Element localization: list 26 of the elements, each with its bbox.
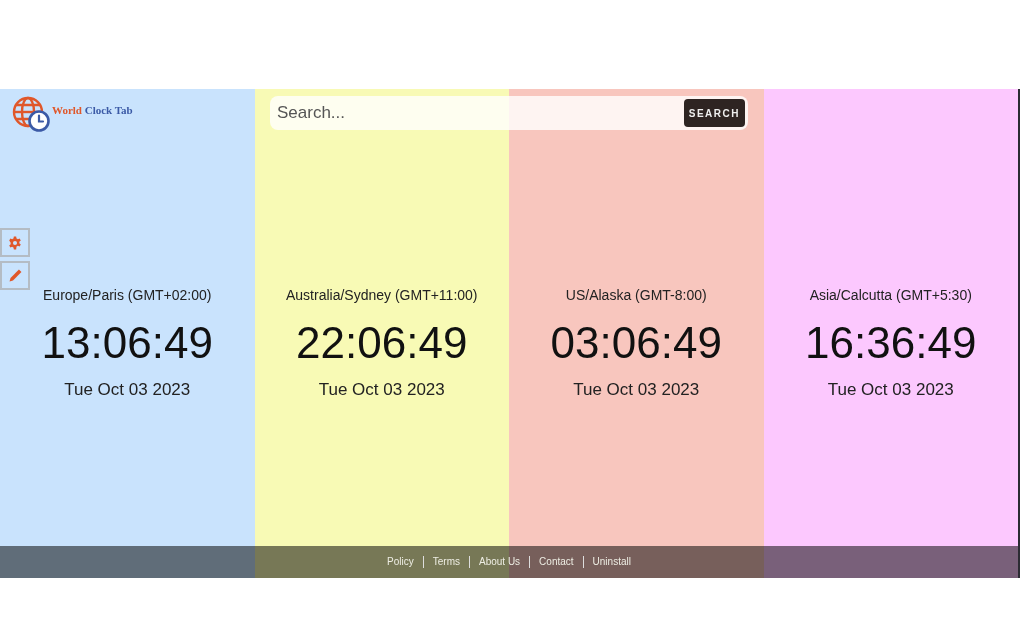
pencil-icon bbox=[7, 268, 23, 283]
clock-time: 13:06:49 bbox=[41, 318, 213, 368]
clock-date: Tue Oct 03 2023 bbox=[318, 380, 445, 400]
clock-time: 03:06:49 bbox=[550, 318, 722, 368]
timezone-label: Europe/Paris (GMT+02:00) bbox=[43, 287, 212, 303]
search-bar[interactable]: Search... SEARCH bbox=[270, 96, 748, 130]
search-input[interactable]: Search... bbox=[277, 100, 684, 126]
settings-button[interactable] bbox=[0, 228, 30, 257]
globe-clock-icon bbox=[12, 96, 50, 132]
edit-button[interactable] bbox=[0, 261, 30, 290]
timezone-label: Asia/Calcutta (GMT+5:30) bbox=[809, 287, 972, 303]
logo-text: World Clock Tab bbox=[52, 103, 133, 117]
clock-time: 22:06:49 bbox=[296, 318, 468, 368]
clock-date: Tue Oct 03 2023 bbox=[573, 380, 700, 400]
footer-link[interactable]: Terms bbox=[422, 556, 469, 568]
clock-date: Tue Oct 03 2023 bbox=[827, 380, 954, 400]
settings-icon bbox=[8, 235, 22, 250]
clock-time: 16:36:49 bbox=[805, 318, 977, 368]
footer-link[interactable]: Uninstall bbox=[582, 556, 640, 568]
timezone-label: US/Alaska (GMT-8:00) bbox=[565, 287, 707, 303]
clock-date: Tue Oct 03 2023 bbox=[64, 380, 191, 400]
footer-link[interactable]: About Us bbox=[468, 556, 530, 568]
search-button[interactable]: SEARCH bbox=[683, 99, 745, 127]
timezone-label: Australia/Sydney (GMT+11:00) bbox=[285, 287, 478, 303]
footer-link[interactable]: Policy bbox=[378, 556, 423, 568]
footer-link[interactable]: Contact bbox=[529, 556, 583, 568]
